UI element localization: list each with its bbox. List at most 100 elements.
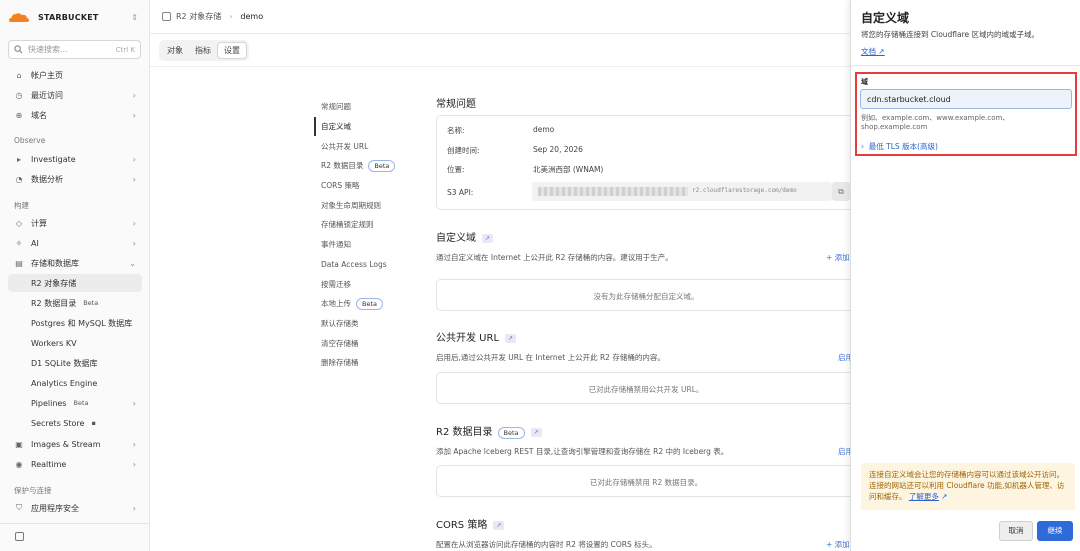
chevron-right-icon: ›: [132, 154, 136, 164]
analytics-icon: ◔: [15, 174, 23, 184]
sidebar-item-app-security[interactable]: ⛉ 应用程序安全 ›: [8, 499, 142, 517]
settings-nav-label: 常规问题: [321, 102, 351, 112]
add-custom-domain-button[interactable]: + 添加: [826, 252, 850, 263]
external-link-icon[interactable]: ↗: [505, 333, 517, 343]
cors-description: 配置在从浏览器访问此存储桶的内容时 R2 将设置的 CORS 标头。: [436, 540, 657, 549]
chevron-right-icon: ›: [132, 398, 136, 408]
copy-icon[interactable]: ⧉: [832, 182, 850, 201]
continue-button[interactable]: 继续: [1037, 521, 1073, 541]
created-value: Sep 20, 2026: [533, 145, 583, 154]
r2-catalog-empty-card: 已对此存储桶禁用 R2 数据目录。: [436, 465, 856, 497]
external-link-icon[interactable]: ↗: [530, 427, 542, 437]
collapse-sidebar-icon[interactable]: [15, 532, 24, 541]
docs-link[interactable]: 文档 ↗: [861, 46, 885, 57]
sidebar-item-realtime[interactable]: ◉ Realtime ›: [8, 455, 142, 473]
external-link-icon[interactable]: ↗: [493, 520, 505, 530]
sidebar-item-d1[interactable]: D1 SQLite 数据库: [8, 354, 142, 372]
sidebar-item-domains[interactable]: ⊕ 域名 ›: [8, 106, 142, 124]
settings-nav-label: CORS 策略: [321, 181, 360, 191]
sidebar-item-label: Pipelines: [31, 398, 67, 408]
sidebar-item-postgres-mysql[interactable]: Postgres 和 MySQL 数据库: [8, 314, 142, 332]
cancel-button[interactable]: 取消: [999, 521, 1033, 541]
settings-nav-bucket-lock[interactable]: 存储桶锁定规则: [314, 215, 414, 235]
learn-more-link[interactable]: 了解更多: [909, 492, 939, 501]
sidebar-item-investigate[interactable]: ▸ Investigate ›: [8, 150, 142, 168]
storage-icon: ▤: [15, 258, 23, 268]
search-input[interactable]: 快速搜索... Ctrl K: [8, 40, 141, 59]
settings-nav-general[interactable]: 常规问题: [314, 97, 414, 117]
sidebar-item-label: AI: [31, 238, 39, 248]
sidebar-item-analytics[interactable]: ◔ 数据分析 ›: [8, 170, 142, 188]
sidebar-item-r2-catalog[interactable]: R2 数据目录 Beta: [8, 294, 142, 312]
sidebar-item-label: Workers KV: [31, 338, 77, 348]
sidebar-item-pipelines[interactable]: Pipelines Beta ›: [8, 394, 142, 412]
sidebar-item-analytics-engine[interactable]: Analytics Engine: [8, 374, 142, 392]
search-icon: [14, 45, 23, 54]
sidebar-footer: [0, 523, 150, 551]
sidebar-item-r2-storage[interactable]: R2 对象存储: [8, 274, 142, 292]
notice-text: 连接自定义域会让您的存储桶内容可以通过该域公开访问。连接的网站还可以利用 Clo…: [869, 470, 1065, 501]
settings-nav-events[interactable]: 事件通知: [314, 235, 414, 255]
section-title-text: R2 数据目录: [436, 427, 493, 438]
settings-nav-public-url[interactable]: 公共开发 URL: [314, 136, 414, 156]
sidebar-item-secrets-store[interactable]: Secrets Store ▪: [8, 414, 142, 432]
sidebar-item-ai[interactable]: ✧ AI ›: [8, 234, 142, 252]
settings-nav-r2-catalog[interactable]: R2 数据目录 Beta: [314, 156, 414, 176]
sidebar-item-compute[interactable]: ◇ 计算 ›: [8, 214, 142, 232]
chevron-right-icon: ›: [132, 238, 136, 248]
switch-account-icon[interactable]: ⇕: [131, 13, 138, 22]
s3-endpoint-value: r2.cloudflarestorage.com/demo: [692, 187, 797, 194]
sidebar-item-label: D1 SQLite 数据库: [31, 358, 98, 368]
sidebar-item-account-home[interactable]: ⌂ 帐户主页: [8, 66, 142, 84]
external-link-icon[interactable]: ↗: [482, 233, 493, 243]
chevron-down-icon: ⌄: [129, 258, 136, 268]
sidebar-item-storage[interactable]: ▤ 存储和数据库 ⌄: [8, 254, 142, 272]
public-url-empty-text: 已对此存储桶禁用公共开发 URL。: [588, 385, 704, 394]
sidebar-item-label: R2 对象存储: [31, 278, 77, 288]
settings-nav-storage-class[interactable]: 默认存储类: [314, 314, 414, 334]
location-value: 北美洲西部 (WNAM): [533, 165, 604, 174]
sidebar-item-label: Analytics Engine: [31, 378, 98, 388]
settings-nav-access-logs[interactable]: Data Access Logs: [314, 255, 414, 275]
redacted-text: [538, 187, 688, 196]
settings-nav-cors[interactable]: CORS 策略: [314, 176, 414, 196]
breadcrumb-separator: ›: [229, 12, 233, 21]
sidebar-item-images-stream[interactable]: ▣ Images & Stream ›: [8, 435, 142, 453]
settings-nav-label: 默认存储类: [321, 318, 359, 328]
settings-nav-migration[interactable]: 按需迁移: [314, 274, 414, 294]
chevron-right-icon: ›: [132, 459, 136, 469]
sidebar-item-label: 最近访问: [31, 90, 63, 100]
min-tls-toggle[interactable]: › 最低 TLS 版本(高级): [861, 141, 938, 152]
settings-nav-empty-bucket[interactable]: 清空存储桶: [314, 333, 414, 353]
s3-endpoint-field[interactable]: r2.cloudflarestorage.com/demo: [532, 182, 832, 201]
settings-nav-label: 按需迁移: [321, 279, 351, 289]
investigate-icon: ▸: [16, 154, 21, 164]
sidebar-item-label: 计算: [31, 218, 47, 228]
settings-nav-custom-domain[interactable]: 自定义域: [314, 116, 414, 137]
breadcrumb-root[interactable]: R2 对象存储: [176, 11, 221, 22]
settings-nav-label: 事件通知: [321, 240, 351, 250]
sidebar-item-recent[interactable]: ◷ 最近访问 ›: [8, 86, 142, 104]
tabs-divider: [150, 66, 850, 67]
settings-nav-local-upload[interactable]: 本地上传 Beta: [314, 294, 414, 314]
settings-nav-label: 公共开发 URL: [321, 141, 369, 151]
info-notice: 连接自定义域会让您的存储桶内容可以通过该域公开访问。连接的网站还可以利用 Clo…: [861, 463, 1075, 510]
sidebar-item-label: 数据分析: [31, 174, 63, 184]
section-title-public-url: 公共开发 URL ↗: [436, 329, 517, 344]
tab-metrics[interactable]: 指标: [189, 42, 217, 59]
add-cors-button[interactable]: + 添加: [826, 539, 850, 550]
r2-catalog-description: 添加 Apache Iceberg REST 目录,让查询引擎管理和查询存储在 …: [436, 447, 729, 456]
sidebar-item-workers-kv[interactable]: Workers KV: [8, 334, 142, 352]
tab-objects[interactable]: 对象: [161, 42, 189, 59]
public-url-description: 启用后,通过公共开发 URL 在 Internet 上公开此 R2 存储桶的内容…: [436, 353, 665, 362]
domain-input[interactable]: [860, 89, 1072, 109]
account-switcher[interactable]: STARBUCKET ⇕: [8, 8, 142, 26]
settings-nav-lifecycle[interactable]: 对象生命周期规则: [314, 195, 414, 215]
sidebar-item-label: 存储和数据库: [31, 258, 79, 268]
image-icon: ▣: [15, 439, 23, 449]
section-title-text: 公共开发 URL: [436, 333, 500, 344]
chevron-right-icon: ›: [132, 439, 136, 449]
settings-nav-delete-bucket[interactable]: 删除存储桶: [314, 353, 414, 373]
section-label-observe: Observe: [14, 136, 46, 145]
tab-settings[interactable]: 设置: [217, 42, 247, 59]
